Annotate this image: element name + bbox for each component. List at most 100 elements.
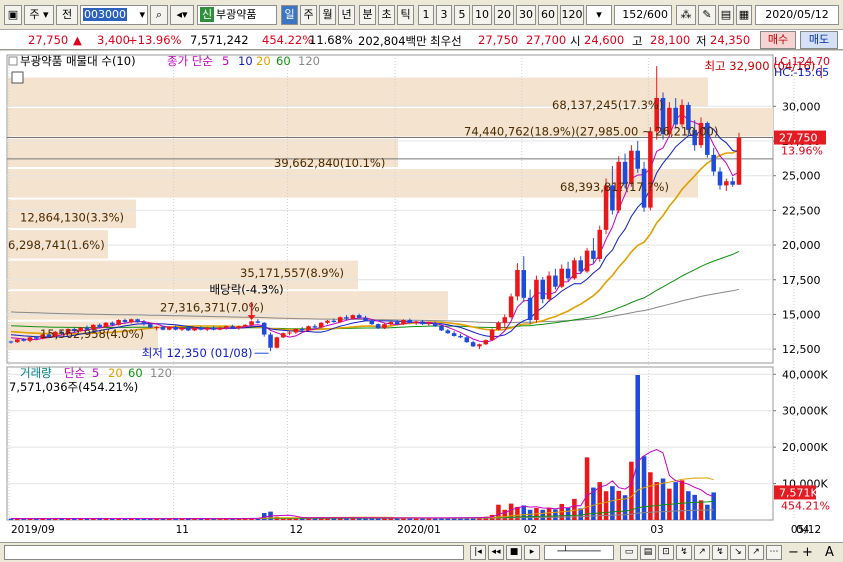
zoom-in-icon[interactable]: + (802, 545, 813, 560)
text-size-icon[interactable]: A (825, 545, 834, 560)
buy-button[interactable]: 매수 (760, 31, 796, 49)
x-tick-label: 03 (650, 524, 663, 536)
high-label: 고 (632, 34, 643, 48)
next-icon[interactable]: ▸ (524, 545, 540, 560)
candle-down (268, 334, 273, 348)
tool-icon-9[interactable]: ⋯ (766, 545, 782, 560)
sell-button[interactable]: 매도 (800, 31, 838, 49)
stock-code-input[interactable]: 003000 ▾ (80, 5, 148, 25)
trade-volume: 7,571,242 (190, 33, 249, 47)
stock-badge: 신 (200, 7, 214, 22)
period-day[interactable]: 일 (281, 5, 298, 25)
minute-20[interactable]: 20 (494, 5, 514, 25)
ma-legend-5: 5 (222, 54, 229, 68)
volume-bar-up (584, 457, 590, 520)
period-minute[interactable]: 분 (359, 5, 376, 25)
volume-bar-up (654, 482, 659, 520)
period-second[interactable]: 초 (378, 5, 395, 25)
link-icon[interactable]: ⁂ (676, 5, 696, 25)
candle-down (21, 339, 26, 341)
stop-icon[interactable]: ■ (506, 545, 522, 560)
minute-60[interactable]: 60 (538, 5, 558, 25)
candle-up (496, 322, 501, 330)
candle-up (559, 268, 565, 287)
candle-down (432, 322, 438, 327)
count-field[interactable]: 152/600 (614, 5, 672, 25)
candle-up (337, 317, 343, 323)
horizontal-scrollbar[interactable] (4, 545, 464, 560)
save-icon[interactable]: ▤ (718, 5, 734, 25)
prev-icon[interactable]: ◂◂ (488, 545, 504, 560)
code-dropdown-icon: ▾ (139, 8, 145, 21)
candle-up (236, 326, 242, 329)
y-tick-label: 25,000 (782, 170, 821, 183)
period-tick[interactable]: 틱 (397, 5, 414, 25)
candle-up (515, 270, 520, 297)
market-select[interactable]: 주 ▾ (24, 5, 54, 25)
vol-ma-legend-20: 20 (108, 366, 123, 380)
top-toolbar: ▣ 주 ▾ 전 003000 ▾ ⌕ ◂▾ 신 부광약품 일 주 월 년 분 초 틱… (0, 0, 843, 30)
candle-up (724, 181, 729, 186)
tool-icon-7[interactable]: ↘ (730, 545, 746, 560)
candle-down (331, 320, 337, 323)
tool-icon-4[interactable]: ↯ (676, 545, 692, 560)
candle-down (141, 322, 147, 325)
candle-up (489, 329, 495, 341)
candle-down (110, 322, 115, 325)
candle-up (249, 321, 254, 325)
tool-icon-2[interactable]: ▤ (640, 545, 656, 560)
x-end-label: 05/12 (791, 524, 821, 536)
volume-bar-down (540, 509, 546, 520)
window-icon[interactable]: ▣ (4, 5, 22, 25)
candle-down (730, 181, 735, 185)
search-icon[interactable]: ⌕ (150, 5, 168, 25)
candle-down (375, 324, 381, 329)
high-price: 28,100 (650, 33, 691, 47)
print-icon[interactable]: ▦ (736, 5, 752, 25)
tool-icon-1[interactable]: ▭ (620, 545, 638, 560)
volume-bar-down (635, 375, 640, 520)
scope-button[interactable]: 전 (56, 5, 78, 25)
minute-10[interactable]: 10 (472, 5, 492, 25)
candle-down (230, 326, 235, 329)
candle-down (635, 150, 640, 169)
zoom-out-icon[interactable]: − (788, 545, 799, 560)
candle-up (116, 319, 121, 325)
candle-up (413, 321, 419, 323)
candle-up (293, 329, 299, 333)
tool-icon-8[interactable]: ↗ (748, 545, 764, 560)
period-week[interactable]: 주 (300, 5, 317, 25)
tool-icon-3[interactable]: ⊡ (658, 545, 674, 560)
minute-120[interactable]: 120 (560, 5, 584, 25)
candle-down (578, 260, 584, 272)
volume-bar-up (679, 480, 685, 520)
low-label: 저 (696, 34, 707, 48)
period-year[interactable]: 년 (338, 5, 355, 25)
minute-5[interactable]: 5 (454, 5, 470, 25)
volume-panel-title: 거래량 (20, 366, 52, 380)
speaker-icon[interactable]: ◂▾ (170, 5, 194, 25)
zoom-slider[interactable]: ─┴────── (544, 545, 614, 560)
candle-down (711, 154, 716, 172)
tool-icon-6[interactable]: ↯ (712, 545, 728, 560)
first-icon[interactable]: |◂ (470, 545, 486, 560)
minute-30[interactable]: 30 (516, 5, 536, 25)
minute-3[interactable]: 3 (436, 5, 452, 25)
volume-bar-up (648, 472, 653, 520)
candle-up (128, 319, 134, 323)
period-month[interactable]: 월 (319, 5, 336, 25)
profile-label: 6,298,741(1.6%) (8, 238, 105, 252)
minute-1[interactable]: 1 (418, 5, 434, 25)
chart-settings-icon[interactable]: ✎ (698, 5, 716, 25)
tool-icon-5[interactable]: ↗ (694, 545, 710, 560)
date-field[interactable]: 2020/05/12 (755, 5, 839, 25)
volume-bar-down (660, 478, 666, 520)
candle-down (439, 326, 444, 331)
stock-name-field[interactable]: 신 부광약품 (197, 5, 277, 25)
stock-chart[interactable]: 2019/0911122020/010203040505/1215,562,95… (0, 51, 843, 542)
candle-down (363, 317, 368, 321)
profile-label: 35,171,557(8.9%) (240, 266, 344, 280)
candle-up (426, 322, 432, 325)
interval-select[interactable]: ▾ (586, 5, 612, 25)
volume-ratio: 454.22% (262, 33, 314, 47)
